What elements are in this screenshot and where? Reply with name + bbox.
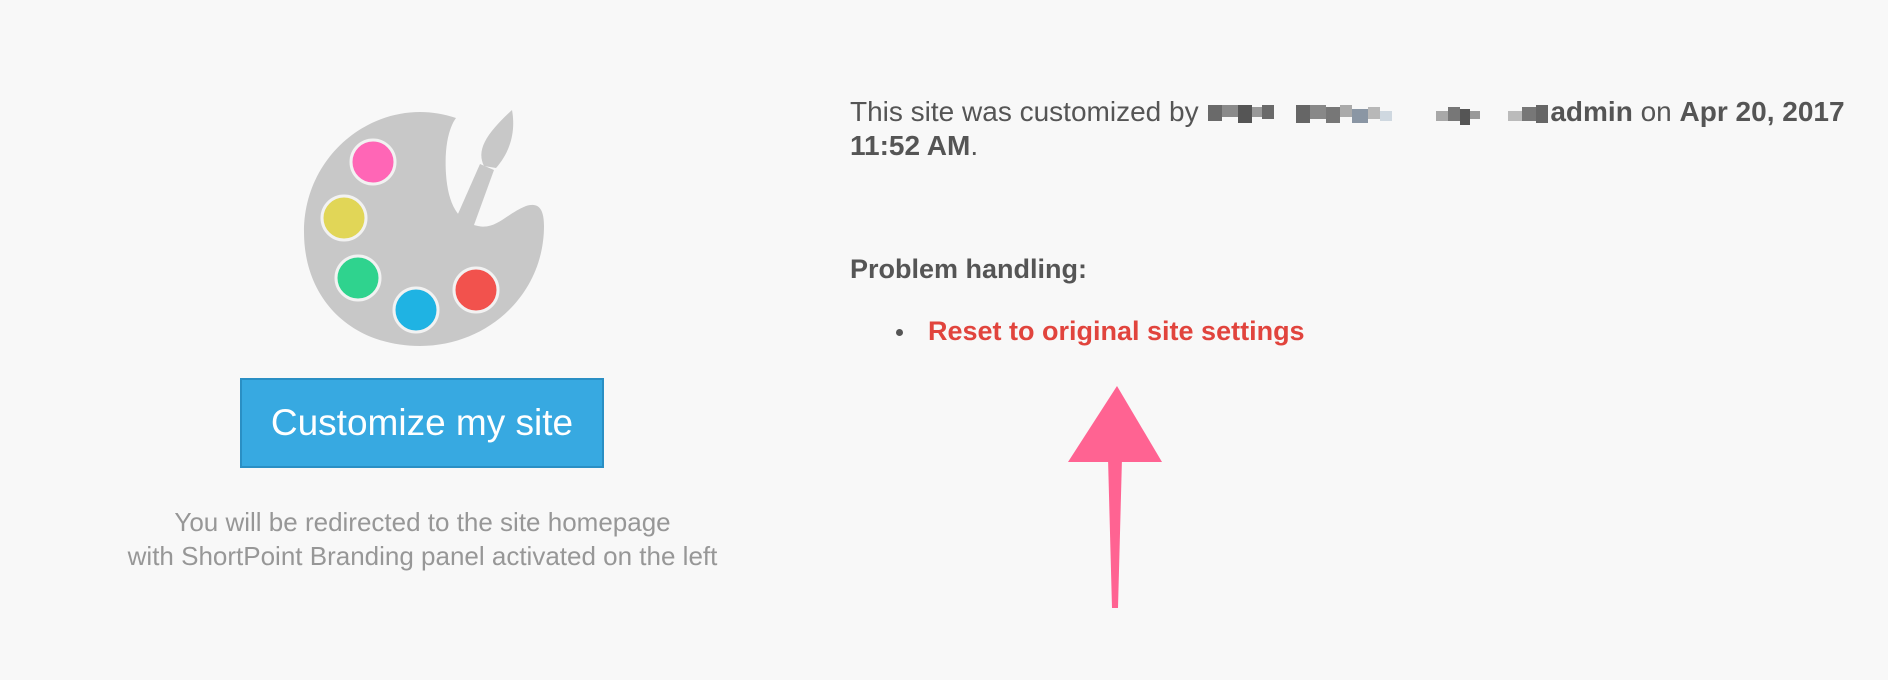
customize-my-site-button[interactable]: Customize my site [240,378,604,468]
redirect-note-line2: with ShortPoint Branding panel activated… [127,541,718,571]
arrow-up-icon [1068,386,1162,608]
customized-by-prefix: This site was customized by [850,96,1199,127]
customization-page: Customize my site You will be redirected… [0,0,1888,680]
problem-handling-heading: Problem handling: [850,254,1088,284]
problem-handling-list: Reset to original site settings [896,316,1305,347]
palette-icon [304,110,544,346]
customized-by-on: on [1640,96,1672,127]
customized-by-info: This site was customized by admin on Apr… [850,95,1850,163]
redirect-note: You will be redirected to the site homep… [70,505,775,573]
bullet-icon [896,329,903,336]
redirect-note-line1: You will be redirected to the site homep… [174,507,671,537]
reset-site-settings-link[interactable]: Reset to original site settings [928,316,1305,346]
customized-date: Apr 20, 2017 [1679,96,1845,127]
customized-time: 11:52 AM [850,130,971,161]
customized-by-user-suffix: admin [1550,96,1633,127]
customized-period: . [970,130,979,161]
list-item: Reset to original site settings [896,316,1305,347]
masked-username-redaction [1208,104,1549,125]
